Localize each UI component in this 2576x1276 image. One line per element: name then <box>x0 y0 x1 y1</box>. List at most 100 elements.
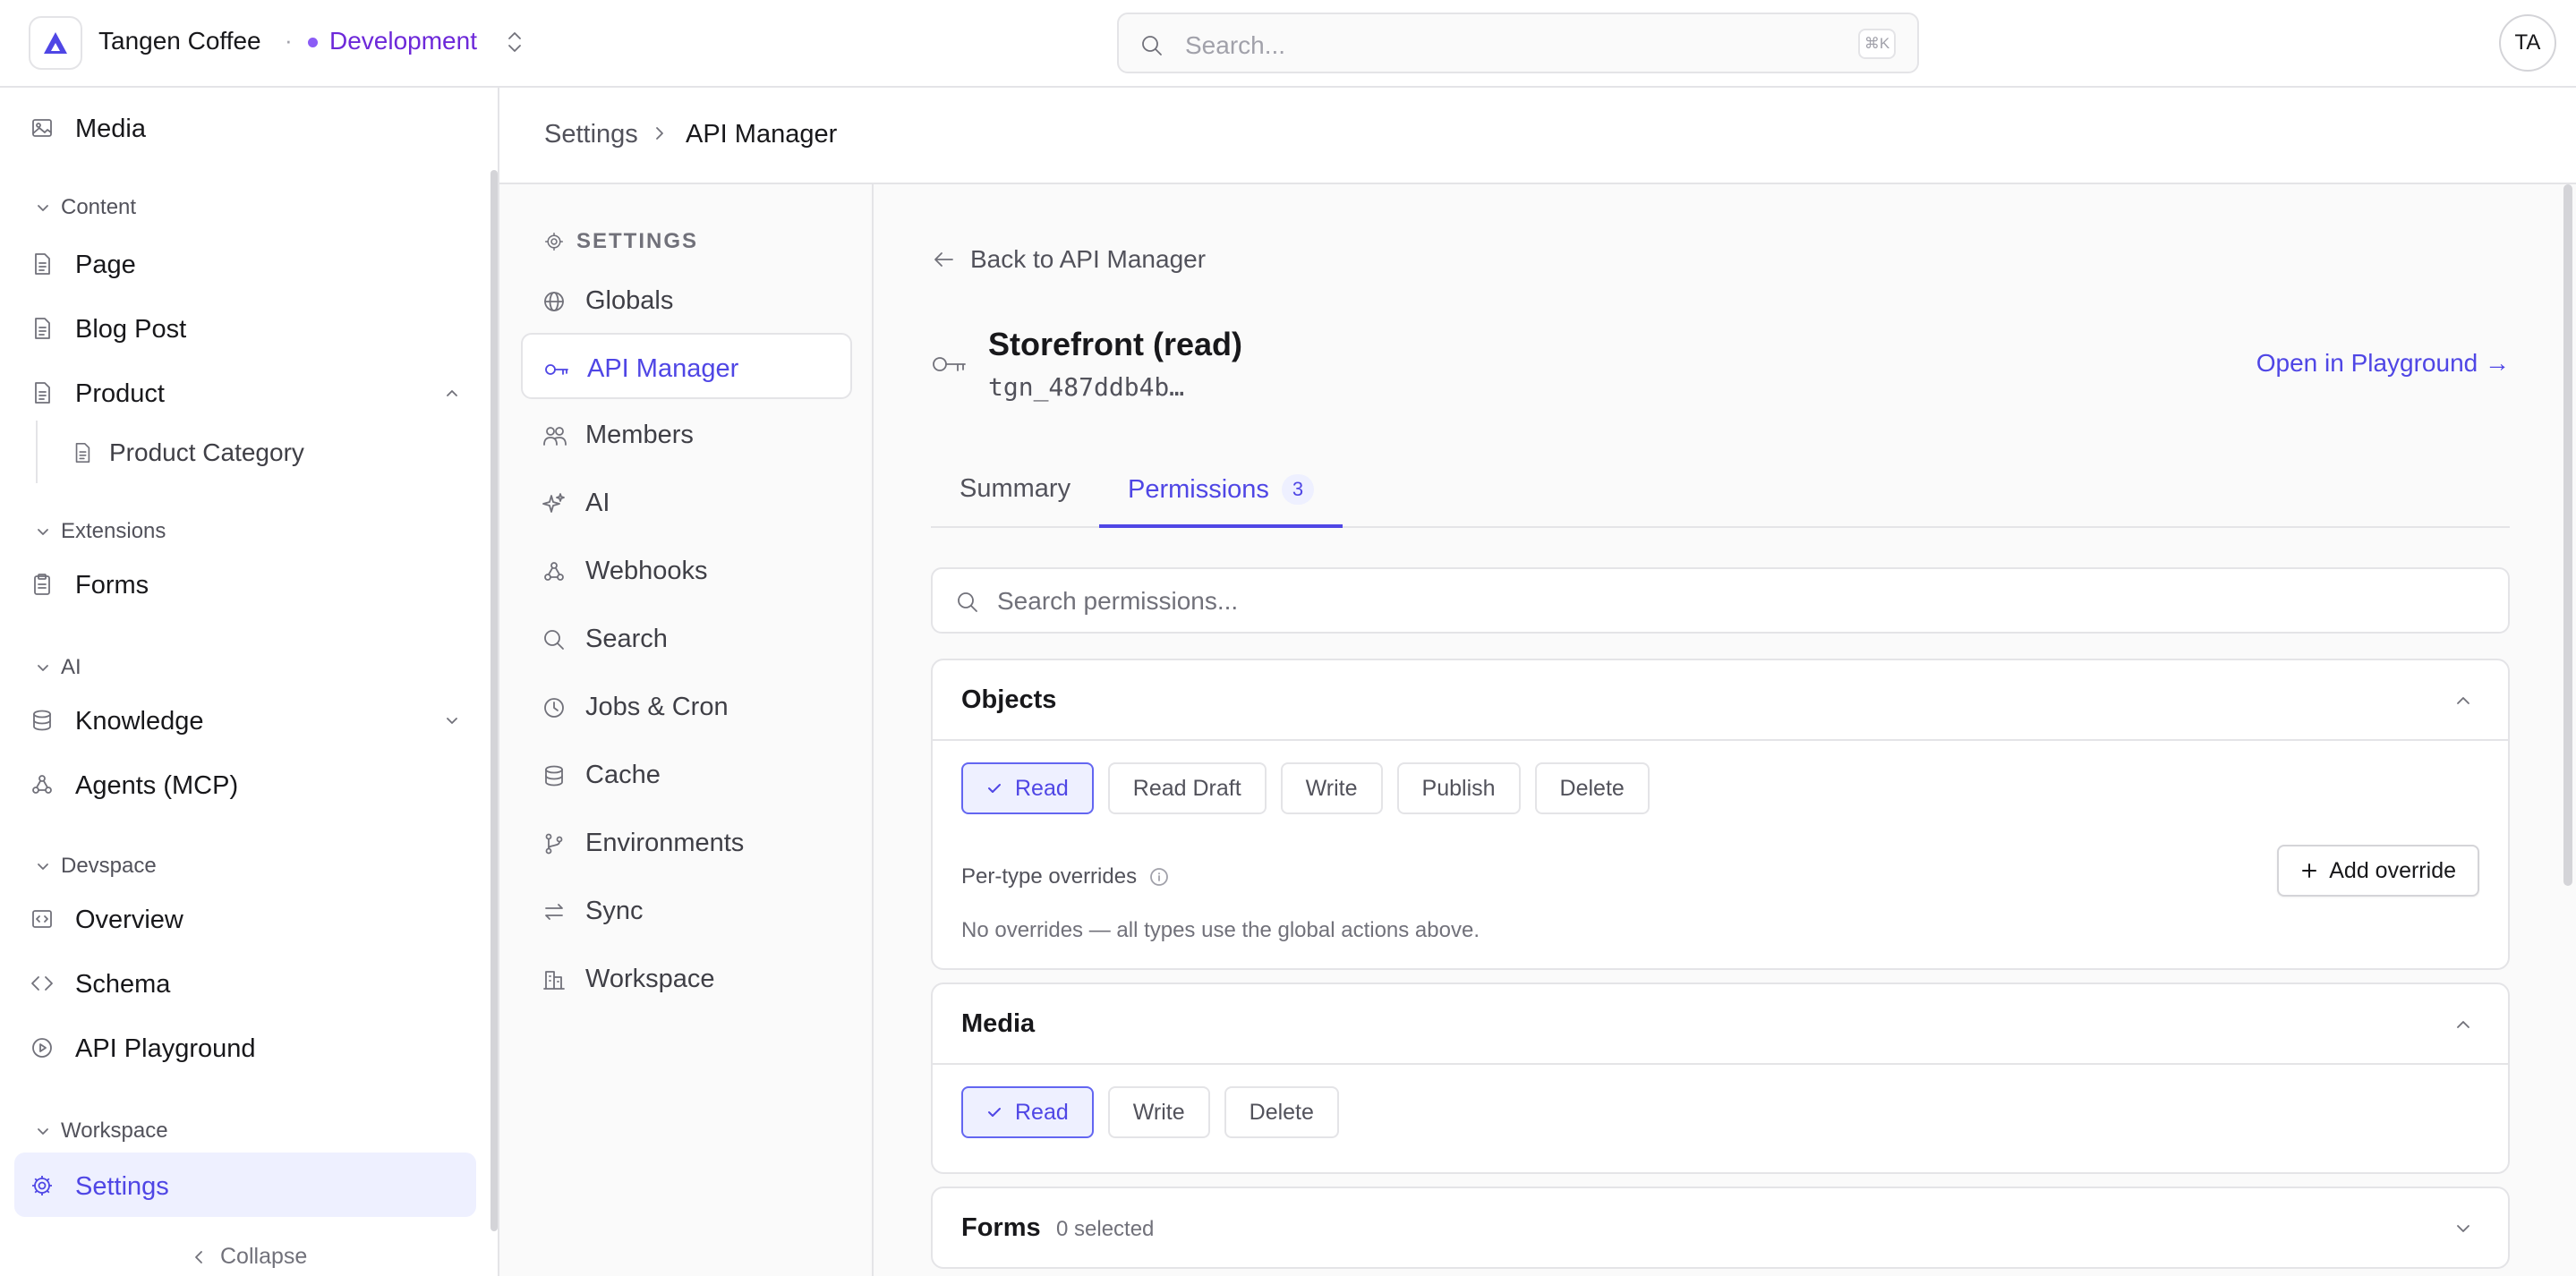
sidebar-item-forms[interactable]: Forms <box>14 551 476 616</box>
sidebar-item-schema[interactable]: Schema <box>14 950 476 1015</box>
sidebar-item-media[interactable]: Media <box>14 95 476 159</box>
tab-permissions[interactable]: Permissions 3 <box>1099 474 1343 528</box>
main-scrollbar[interactable] <box>2563 184 2572 886</box>
settings-item-members[interactable]: Members <box>521 401 852 467</box>
action-read-chip[interactable]: Read <box>961 1086 1094 1138</box>
collapse-sidebar-button[interactable]: Collapse <box>192 1244 307 1270</box>
settings-item-ai[interactable]: AI <box>521 469 852 535</box>
database-icon <box>33 710 51 731</box>
settings-item-label: Jobs & Cron <box>585 693 729 721</box>
sidebar-item-product-category[interactable]: Product Category <box>36 421 476 483</box>
settings-item-api-manager[interactable]: API Manager <box>521 333 852 399</box>
check-icon <box>988 1108 1001 1117</box>
chevron-down-icon <box>38 1128 48 1135</box>
chevron-down-icon <box>38 205 48 211</box>
sidebar-item-blog-post[interactable]: Blog Post <box>14 295 476 360</box>
main-content: Back to API Manager Storefront (read) tg… <box>874 184 2576 1276</box>
sidebar-item-label: Page <box>75 251 136 279</box>
check-icon <box>988 784 1001 793</box>
permission-card-forms: Forms 0 selected <box>931 1187 2510 1269</box>
sidebar-item-api-playground[interactable]: API Playground <box>14 1015 476 1079</box>
environment-status-dot <box>308 38 318 47</box>
back-link[interactable]: Back to API Manager <box>933 245 1206 274</box>
info-icon[interactable] <box>1149 867 1169 887</box>
webhook-icon <box>544 562 564 581</box>
file-icon <box>35 253 50 275</box>
tab-summary[interactable]: Summary <box>960 474 1070 528</box>
action-read-chip[interactable]: Read <box>961 762 1094 814</box>
chevron-up-icon[interactable] <box>444 385 460 401</box>
sidebar-item-agents[interactable]: Agents (MCP) <box>14 752 476 816</box>
action-read-draft-chip[interactable]: Read Draft <box>1107 762 1267 814</box>
settings-item-jobs[interactable]: Jobs & Cron <box>521 673 852 739</box>
sidebar-item-settings[interactable]: Settings <box>14 1153 476 1217</box>
sidebar-item-label: Blog Post <box>75 315 187 344</box>
action-publish-chip[interactable]: Publish <box>1396 762 1521 814</box>
settings-item-cache[interactable]: Cache <box>521 741 852 807</box>
sidebar-item-overview[interactable]: Overview <box>14 886 476 950</box>
chevron-up-down-icon[interactable] <box>505 29 525 55</box>
permissions-search-placeholder: Search permissions... <box>997 587 1239 615</box>
settings-item-label: Globals <box>585 286 674 315</box>
settings-item-environments[interactable]: Environments <box>521 809 852 875</box>
settings-item-webhooks[interactable]: Webhooks <box>521 537 852 603</box>
section-ai[interactable]: AI <box>36 655 81 680</box>
add-override-button[interactable]: Add override <box>2277 845 2479 897</box>
card-title: Forms <box>961 1213 1041 1242</box>
sidebar-scrollbar[interactable] <box>490 170 498 1231</box>
permission-card-media: Media Read Write Delete <box>931 983 2510 1174</box>
app-logo[interactable] <box>29 16 82 70</box>
card-title: Media <box>961 1009 1036 1038</box>
selected-count: 0 selected <box>1056 1217 1155 1241</box>
card-header[interactable]: Media <box>933 984 2508 1065</box>
settings-item-globals[interactable]: Globals <box>521 267 852 333</box>
action-write-chip[interactable]: Write <box>1280 762 1383 814</box>
global-search[interactable]: Search... ⌘K <box>1117 13 1919 73</box>
action-write-chip[interactable]: Write <box>1107 1086 1210 1138</box>
card-header[interactable]: Objects <box>933 660 2508 741</box>
database-icon <box>545 765 563 787</box>
breadcrumb-settings[interactable]: Settings <box>544 120 638 149</box>
clock-icon <box>544 698 564 718</box>
section-label: Extensions <box>61 519 166 543</box>
sidebar-item-product[interactable]: Product <box>14 360 476 424</box>
permissions-search-input[interactable]: Search permissions... <box>931 567 2510 634</box>
section-extensions[interactable]: Extensions <box>36 519 166 544</box>
action-delete-chip[interactable]: Delete <box>1534 762 1650 814</box>
settings-item-search[interactable]: Search <box>521 605 852 671</box>
action-delete-chip[interactable]: Delete <box>1224 1086 1339 1138</box>
webhook-icon <box>32 775 52 794</box>
sidebar: Media Content Page Blog Post Product Pro… <box>0 88 499 1276</box>
chevron-down-icon <box>2457 1225 2469 1232</box>
settings-item-workspace[interactable]: Workspace <box>521 945 852 1011</box>
user-avatar[interactable]: TA <box>2499 14 2556 72</box>
settings-item-label: Workspace <box>585 965 715 993</box>
section-label: AI <box>61 655 81 679</box>
api-key-id[interactable]: tgn_487ddb4b… <box>988 372 1184 402</box>
collapse-label: Collapse <box>220 1244 308 1269</box>
users-icon <box>543 427 567 446</box>
key-tabs: Summary Permissions 3 <box>931 456 2510 528</box>
sidebar-item-label: Agents (MCP) <box>75 771 239 800</box>
org-name[interactable]: Tangen Coffee <box>98 27 261 55</box>
chevron-down-icon <box>38 863 48 870</box>
api-key-name: Storefront (read) <box>988 326 1243 362</box>
sidebar-item-page[interactable]: Page <box>14 231 476 295</box>
chevron-left-icon <box>195 1250 202 1263</box>
open-in-playground-link[interactable]: Open in Playground → <box>2256 349 2510 378</box>
sidebar-item-knowledge[interactable]: Knowledge <box>14 687 476 752</box>
section-content[interactable]: Content <box>36 195 136 220</box>
image-icon <box>32 119 52 137</box>
chevron-up-icon <box>2457 697 2469 704</box>
settings-item-label: Search <box>585 625 668 653</box>
git-branch-icon <box>545 833 563 855</box>
chevron-down-icon[interactable] <box>444 712 460 728</box>
top-bar: Tangen Coffee · Development Search... ⌘K… <box>0 0 2576 88</box>
section-workspace[interactable]: Workspace <box>36 1119 168 1144</box>
settings-nav: SETTINGS Globals API Manager Members AI … <box>499 184 874 1276</box>
environment-name[interactable]: Development <box>329 27 477 55</box>
card-header[interactable]: Forms 0 selected <box>933 1188 2508 1267</box>
section-devspace[interactable]: Devspace <box>36 854 157 879</box>
settings-item-sync[interactable]: Sync <box>521 877 852 943</box>
play-circle-icon <box>32 1038 52 1058</box>
